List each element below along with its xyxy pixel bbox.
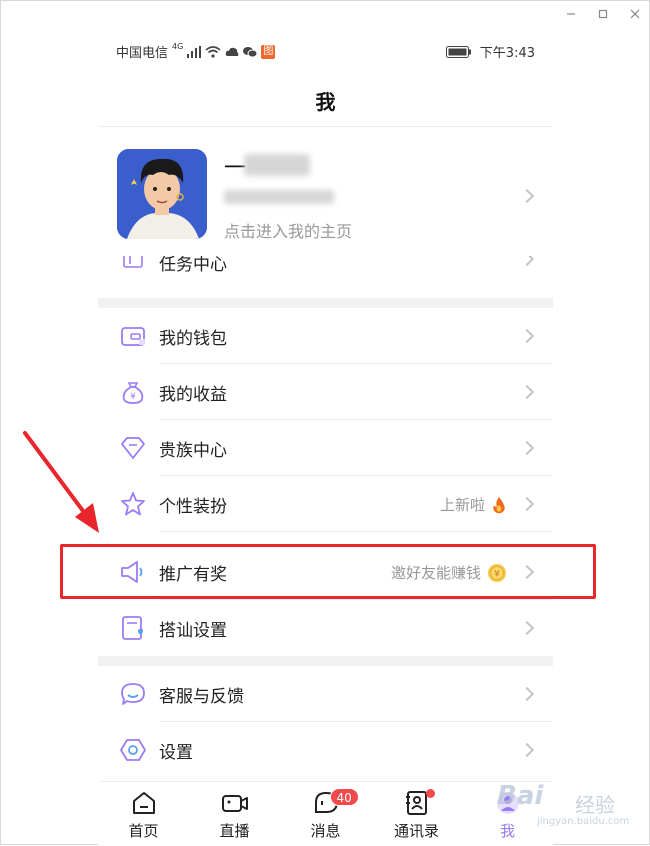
coin-icon: ¥ bbox=[488, 563, 506, 582]
profile-hint: 点击进入我的主页 bbox=[224, 222, 353, 241]
tab-label: 消息 bbox=[310, 822, 341, 840]
tab-contacts[interactable]: 通讯录 bbox=[371, 782, 462, 846]
tab-label: 首页 bbox=[128, 822, 159, 840]
chevron-right-icon bbox=[519, 564, 535, 580]
menu-item-label: 我的收益 bbox=[159, 385, 227, 405]
menu-item-chat-settings[interactable]: 搭讪设置 bbox=[98, 600, 553, 656]
watermark-brand: Bai bbox=[497, 781, 544, 811]
watermark-cn: 经验 bbox=[575, 793, 615, 817]
profile-card[interactable]: 一 点击进入我的主页 bbox=[98, 128, 553, 256]
section-divider bbox=[98, 656, 553, 666]
tab-live[interactable]: 直播 bbox=[189, 782, 280, 846]
home-icon bbox=[132, 792, 155, 814]
tab-messages[interactable]: 40 消息 bbox=[280, 782, 371, 846]
chevron-right-icon bbox=[519, 256, 535, 267]
menu-item-label: 个性装扮 bbox=[159, 497, 227, 517]
carrier-label: 中国电信 bbox=[116, 46, 169, 61]
unread-badge: 40 bbox=[329, 788, 359, 806]
row-hint-text: 邀好友能赚钱 bbox=[390, 564, 481, 582]
wallet-icon bbox=[121, 327, 145, 346]
money-bag-icon: ¥ bbox=[122, 382, 144, 404]
speaker-icon bbox=[121, 561, 143, 583]
video-camera-icon bbox=[221, 795, 248, 812]
avatar[interactable] bbox=[117, 149, 207, 239]
menu-item-promotion-reward[interactable]: 推广有奖 邀好友能赚钱 ¥ bbox=[98, 544, 553, 600]
redacted-name bbox=[244, 154, 310, 176]
menu-item-earnings[interactable]: ¥ 我的收益 bbox=[98, 364, 553, 420]
battery-icon bbox=[445, 45, 471, 58]
row-hint: 邀好友能赚钱 ¥ bbox=[391, 562, 507, 583]
menu-item-settings[interactable]: 设置 bbox=[98, 722, 553, 778]
tab-home[interactable]: 首页 bbox=[98, 782, 189, 846]
heart-card-icon bbox=[122, 616, 143, 640]
chevron-right-icon bbox=[519, 686, 535, 702]
menu-item-label: 搭讪设置 bbox=[159, 621, 227, 641]
chat-bubble-icon bbox=[121, 683, 145, 705]
chevron-right-icon bbox=[519, 188, 535, 204]
menu-item-personal-decor[interactable]: 个性装扮 上新啦 bbox=[98, 476, 553, 532]
chevron-right-icon bbox=[519, 620, 535, 636]
cloud-icon bbox=[226, 47, 239, 56]
section-divider bbox=[98, 298, 553, 308]
menu-item-label: 贵族中心 bbox=[159, 441, 227, 461]
menu-item-wallet[interactable]: 我的钱包 bbox=[98, 308, 553, 364]
menu-item-task-center[interactable]: 任务中心 bbox=[98, 256, 553, 298]
chevron-right-icon bbox=[519, 384, 535, 400]
star-icon bbox=[121, 492, 145, 516]
diamond-icon bbox=[121, 437, 145, 459]
profile-name: 一 bbox=[224, 156, 247, 181]
window-controls bbox=[563, 5, 643, 23]
baidu-watermark: Bai 经验 jingyan.baidu.com bbox=[497, 781, 637, 836]
row-hint: 上新啦 bbox=[440, 494, 507, 515]
menu-item-label: 我的钱包 bbox=[159, 329, 227, 349]
wechat-icon bbox=[243, 46, 258, 57]
notification-dot bbox=[425, 789, 435, 798]
phone-screen: 中国电信 4G 图 下午3:43 我 一 点击进入我的主页 任务中心 我的钱包 … bbox=[98, 31, 553, 846]
wifi-icon bbox=[205, 45, 221, 58]
menu-item-label: 任务中心 bbox=[159, 256, 227, 275]
menu-item-noble-center[interactable]: 贵族中心 bbox=[98, 420, 553, 476]
menu-item-support-feedback[interactable]: 客服与反馈 bbox=[98, 666, 553, 722]
tab-label: 通讯录 bbox=[393, 822, 439, 840]
network-label: 4G bbox=[172, 42, 184, 51]
minimize-button[interactable] bbox=[563, 6, 579, 22]
chevron-right-icon bbox=[519, 328, 535, 344]
close-button[interactable] bbox=[627, 6, 643, 22]
status-bar: 中国电信 4G 图 下午3:43 bbox=[98, 41, 553, 61]
redacted-id bbox=[224, 190, 334, 204]
menu-item-label: 客服与反馈 bbox=[159, 687, 244, 707]
task-icon bbox=[123, 256, 143, 268]
clock-label: 下午3:43 bbox=[479, 46, 535, 61]
menu-item-label: 推广有奖 bbox=[159, 565, 227, 585]
signal-icon bbox=[187, 45, 202, 58]
app-window: 中国电信 4G 图 下午3:43 我 一 点击进入我的主页 任务中心 我的钱包 … bbox=[0, 0, 650, 846]
settings-icon bbox=[120, 739, 146, 761]
svg-text:¥: ¥ bbox=[130, 392, 136, 402]
chevron-right-icon bbox=[519, 742, 535, 758]
page-title: 我 bbox=[315, 90, 336, 114]
watermark-url: jingyan.baidu.com bbox=[537, 816, 630, 827]
maximize-button[interactable] bbox=[595, 6, 611, 22]
chevron-right-icon bbox=[519, 440, 535, 456]
chevron-right-icon bbox=[519, 496, 535, 512]
menu-item-label: 设置 bbox=[159, 743, 193, 763]
row-divider bbox=[159, 531, 553, 532]
svg-text:¥: ¥ bbox=[494, 569, 500, 579]
tab-label: 直播 bbox=[219, 822, 250, 840]
app-notification-icon: 图 bbox=[261, 44, 276, 59]
bottom-tab-bar: 首页 直播 40 消息 通讯录 我 bbox=[98, 781, 553, 846]
fire-icon bbox=[493, 496, 505, 513]
page-header: 我 bbox=[98, 75, 553, 127]
row-hint-text: 上新啦 bbox=[439, 496, 485, 514]
